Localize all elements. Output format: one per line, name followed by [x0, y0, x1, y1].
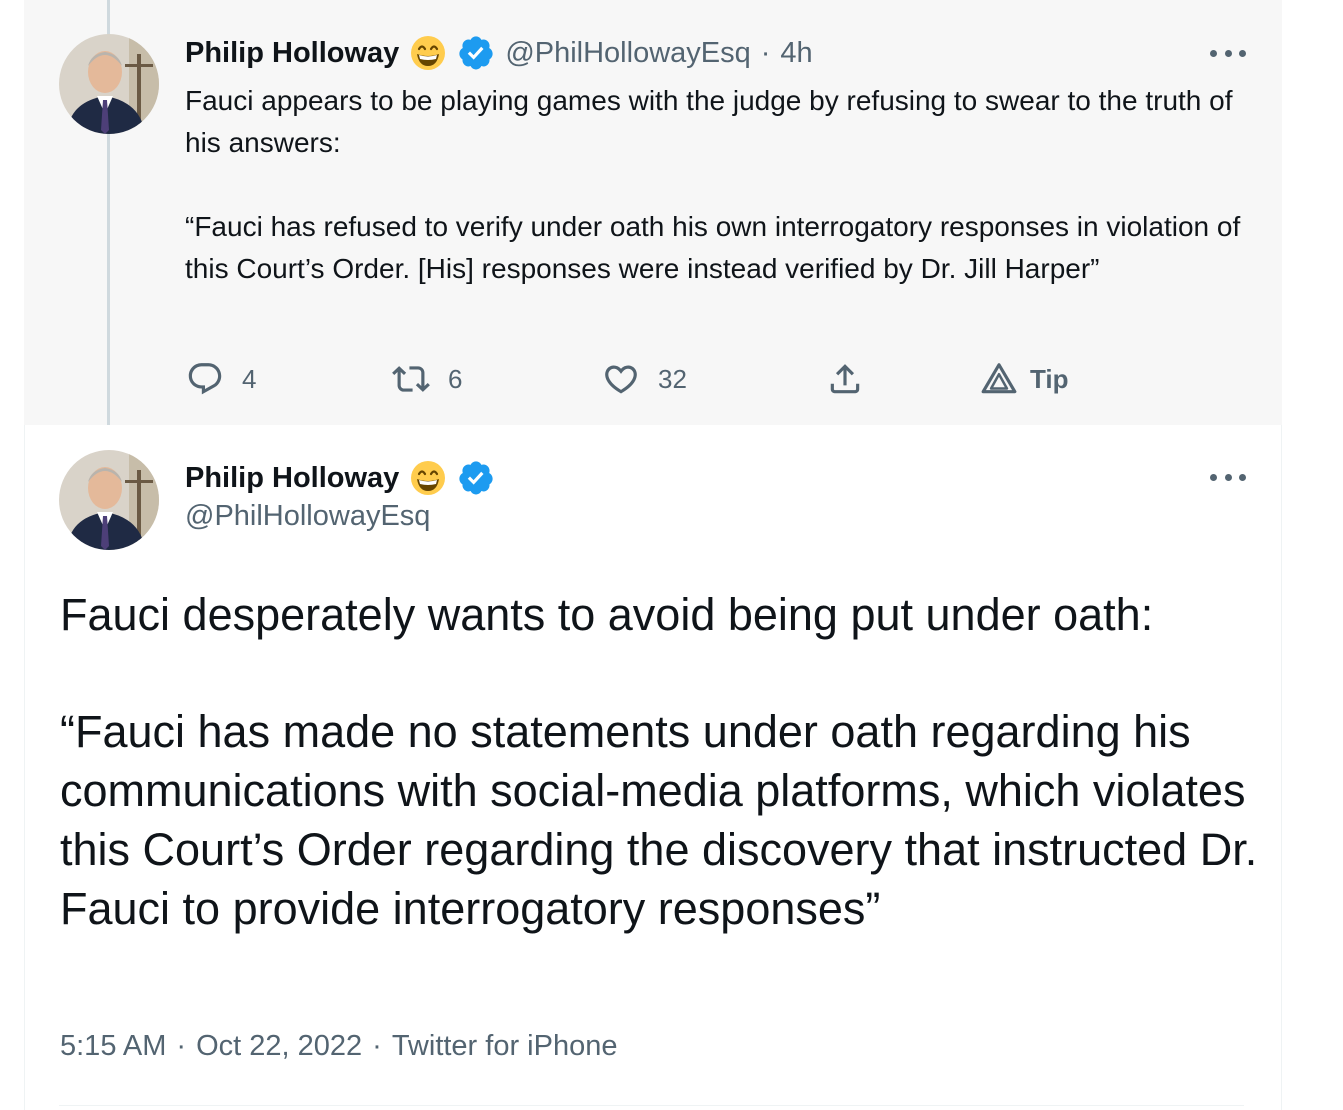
- main-tweet-header: Philip Holloway: [185, 458, 495, 498]
- like-button[interactable]: 32: [602, 358, 687, 400]
- avatar[interactable]: [59, 34, 159, 134]
- tweet-time[interactable]: 4h: [780, 37, 812, 70]
- thread-connector-top: [107, 0, 110, 35]
- main-tweet-text: Fauci desperately wants to avoid being p…: [60, 585, 1260, 938]
- more-icon[interactable]: [1210, 43, 1246, 63]
- reply-tweet-text: Fauci appears to be playing games with t…: [185, 80, 1245, 290]
- grinning-face-emoji-icon: [409, 459, 447, 497]
- separator-dot: ·: [760, 36, 771, 69]
- tweet-source[interactable]: Twitter for iPhone: [392, 1030, 618, 1063]
- tweet-paragraph: “Fauci has made no statements under oath…: [60, 706, 1258, 934]
- divider: [59, 1105, 1244, 1106]
- tweet-time[interactable]: 5:15 AM: [60, 1030, 166, 1063]
- author-handle[interactable]: @PhilHollowayEsq: [185, 500, 430, 533]
- reply-count: 4: [242, 363, 257, 394]
- avatar[interactable]: [59, 450, 159, 550]
- retweet-icon: [392, 366, 430, 392]
- heart-icon: [605, 365, 637, 394]
- retweet-button[interactable]: 6: [392, 358, 462, 400]
- grinning-face-emoji-icon: [409, 34, 447, 72]
- verified-badge-icon: [457, 34, 495, 72]
- reply-button[interactable]: 4: [186, 358, 256, 400]
- reply-icon: [188, 363, 222, 395]
- like-count: 32: [658, 363, 687, 394]
- tweet-paragraph: Fauci desperately wants to avoid being p…: [60, 589, 1154, 640]
- tip-icon: [981, 363, 1017, 394]
- tweet-paragraph: Fauci appears to be playing games with t…: [185, 85, 1233, 158]
- author-name[interactable]: Philip Holloway: [185, 37, 399, 70]
- more-icon[interactable]: [1210, 467, 1246, 487]
- separator-dot: ·: [176, 1030, 187, 1062]
- separator-dot: ·: [372, 1030, 382, 1062]
- retweet-count: 6: [448, 363, 463, 394]
- reply-tweet-header: Philip Holloway @PhilHollowayEsq · 4h: [185, 33, 813, 73]
- tweet-paragraph: “Fauci has refused to verify under oath …: [185, 211, 1241, 284]
- share-button[interactable]: [826, 358, 864, 400]
- tweet-date[interactable]: Oct 22, 2022: [196, 1030, 362, 1063]
- author-name[interactable]: Philip Holloway: [185, 462, 399, 495]
- share-icon: [830, 364, 860, 394]
- tip-label: Tip: [1030, 363, 1069, 394]
- verified-badge-icon: [457, 459, 495, 497]
- author-handle[interactable]: @PhilHollowayEsq: [505, 37, 750, 70]
- thread-connector: [107, 130, 110, 440]
- tweet-metadata: 5:15 AM · Oct 22, 2022 · Twitter for iPh…: [60, 1030, 617, 1063]
- tip-button[interactable]: Tip: [980, 358, 1069, 400]
